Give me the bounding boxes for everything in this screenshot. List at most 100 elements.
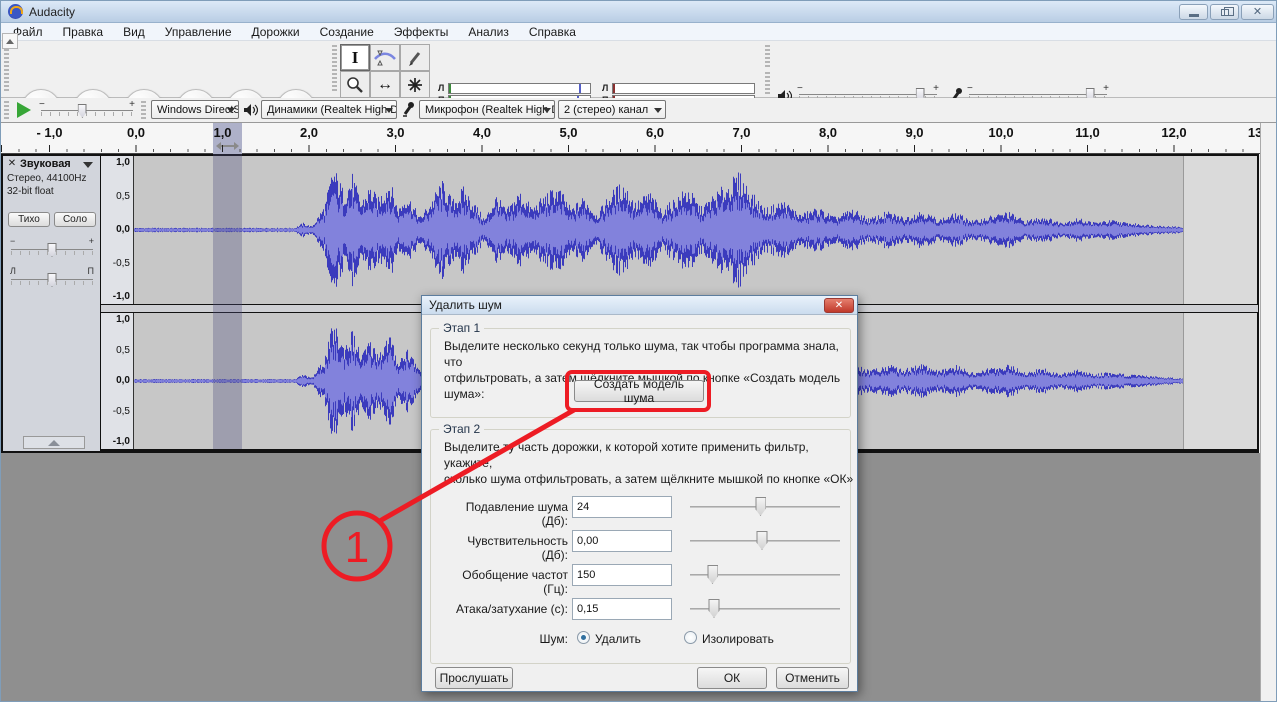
vertical-scrollbar[interactable] [1260,123,1277,702]
attack-decay-slider[interactable] [690,598,840,620]
input-channels-dropdown[interactable]: 2 (стерео) канал [558,100,666,119]
get-noise-profile-button[interactable]: Создать модель шума [574,380,704,402]
attack-decay-input[interactable] [572,598,672,620]
frequency-smoothing-slider[interactable] [690,564,840,586]
noise-reduction-label: Подавление шума (Дб): [440,500,568,528]
ok-button[interactable]: ОК [697,667,767,689]
amplitude-label: -1,0 [113,436,130,447]
dialog-title-bar[interactable]: Удалить шум [422,296,857,315]
amplitude-ruler-right-channel[interactable]: 1,0 0,5 0,0 -0,5 -1,0 [101,313,134,449]
menu-item[interactable]: Анализ [458,23,519,41]
close-icon: ✕ [1253,7,1262,18]
mixer-gripper[interactable] [765,45,770,69]
track-collapse-button[interactable] [23,436,85,449]
chevron-down-icon [543,108,551,113]
noise-reduction-slider[interactable] [690,496,840,518]
slider-thumb[interactable] [757,531,768,550]
slider-thumb[interactable] [707,565,718,584]
menu-item[interactable]: Справка [519,23,586,41]
tools-gripper[interactable] [332,45,337,93]
menu-item[interactable]: Дорожки [242,23,310,41]
frequency-smoothing-input[interactable] [572,564,672,586]
track-menu-arrow-icon[interactable] [83,162,93,168]
menu-item[interactable]: Правка [53,23,114,41]
timeshift-icon: ↔ [377,77,393,93]
collapse-icon [48,440,60,446]
pan-slider[interactable]: ЛП [11,270,93,288]
timeline-ruler[interactable]: - 1,00,01,02,03,04,05,06,07,08,09,010,01… [1,123,1260,154]
cancel-button[interactable]: Отменить [776,667,849,689]
zoom-tool-button[interactable] [340,71,370,98]
restore-button[interactable] [1210,4,1239,20]
magnifier-icon [346,76,364,94]
output-device-dropdown[interactable]: Динамики (Realtek High Defin [261,100,397,119]
input-device-dropdown[interactable]: Микрофон (Realtek High Defir [419,100,555,119]
envelope-tool-icon [374,50,396,66]
empty-track-area[interactable] [1183,313,1257,449]
radio-isolate-noise[interactable] [684,631,697,644]
timeshift-tool-button[interactable]: ↔ [370,71,400,98]
close-button[interactable]: ✕ [1241,4,1274,20]
audio-host-dropdown[interactable]: Windows DirectS( [151,100,239,119]
track-close-button[interactable]: ✕ [6,158,18,170]
gain-slider[interactable]: −+ [11,240,93,258]
mute-button[interactable]: Тихо [8,212,50,227]
multi-tool-button[interactable] [400,71,430,98]
title-bar: Audacity ✕ [1,1,1277,23]
noise-reduction-input[interactable] [572,496,672,518]
minimize-icon [1189,14,1199,17]
toolbar-secondary: −+ Windows DirectS( Динамики (Realtek Hi… [1,98,1277,123]
meter-left-label: Л [602,83,608,94]
toolbar-main: I ↔ Л П -36-24-120 Л [1,41,1277,98]
track-selection-region[interactable] [213,154,242,449]
minimize-button[interactable] [1179,4,1208,20]
timeline-label: 6,0 [646,125,664,140]
play-at-speed-button[interactable] [17,102,31,118]
amplitude-label: 0,0 [116,224,130,235]
timeline-label: 8,0 [819,125,837,140]
transcription-gripper[interactable] [4,101,9,119]
track-control-panel: ✕ Звуковая Стерео, 44100Hz 32-bit float … [3,156,100,451]
slider-thumb[interactable] [755,497,766,516]
sensitivity-slider[interactable] [690,530,840,552]
track-name[interactable]: Звуковая [20,158,71,170]
amplitude-label: 1,0 [116,157,130,168]
radio-remove-noise[interactable] [577,631,590,644]
sensitivity-input[interactable] [572,530,672,552]
selection-tool-button[interactable]: I [340,44,370,71]
record-meter-bar-left [612,83,755,94]
minus-label: − [967,83,973,94]
plus-label: + [129,99,135,110]
preview-button[interactable]: Прослушать [435,667,513,689]
restore-icon [1221,9,1229,16]
toolbar-gripper[interactable] [4,45,9,93]
close-icon: ✕ [835,300,843,311]
frequency-smoothing-label: Обобщение частот (Гц): [440,568,568,596]
slider-thumb[interactable] [709,599,720,618]
menu-item[interactable]: Управление [155,23,242,41]
menu-item[interactable]: Вид [113,23,155,41]
amplitude-label: 0,5 [116,191,130,202]
input-device-value: Микрофон (Realtek High Defir [425,104,555,116]
draw-tool-button[interactable] [400,44,430,71]
input-microphone-icon [401,101,416,118]
dialog-close-button[interactable]: ✕ [824,298,854,313]
edit-gripper[interactable] [765,72,770,94]
window-title: Audacity [29,5,75,19]
play-speed-slider[interactable]: −+ [41,101,133,119]
plus-label: + [1103,83,1109,94]
menu-item[interactable]: Создание [310,23,384,41]
empty-track-area[interactable] [1183,156,1257,304]
scroll-up-button[interactable] [2,33,18,49]
menu-item[interactable]: Эффекты [384,23,459,41]
waveform-left-channel[interactable] [134,156,1183,304]
timeline-label: 7,0 [732,125,750,140]
audacity-logo-icon [8,4,23,19]
device-gripper[interactable] [141,101,146,119]
noise-removal-dialog: Удалить шум ✕ Этап 1 Выделите несколько … [421,295,858,692]
timeline-label: 4,0 [473,125,491,140]
solo-button[interactable]: Соло [54,212,96,227]
sensitivity-label: Чувствительность (Дб): [440,534,568,562]
amplitude-ruler-left-channel[interactable]: 1,0 0,5 0,0 -0,5 -1,0 [101,156,134,304]
envelope-tool-button[interactable] [370,44,400,71]
